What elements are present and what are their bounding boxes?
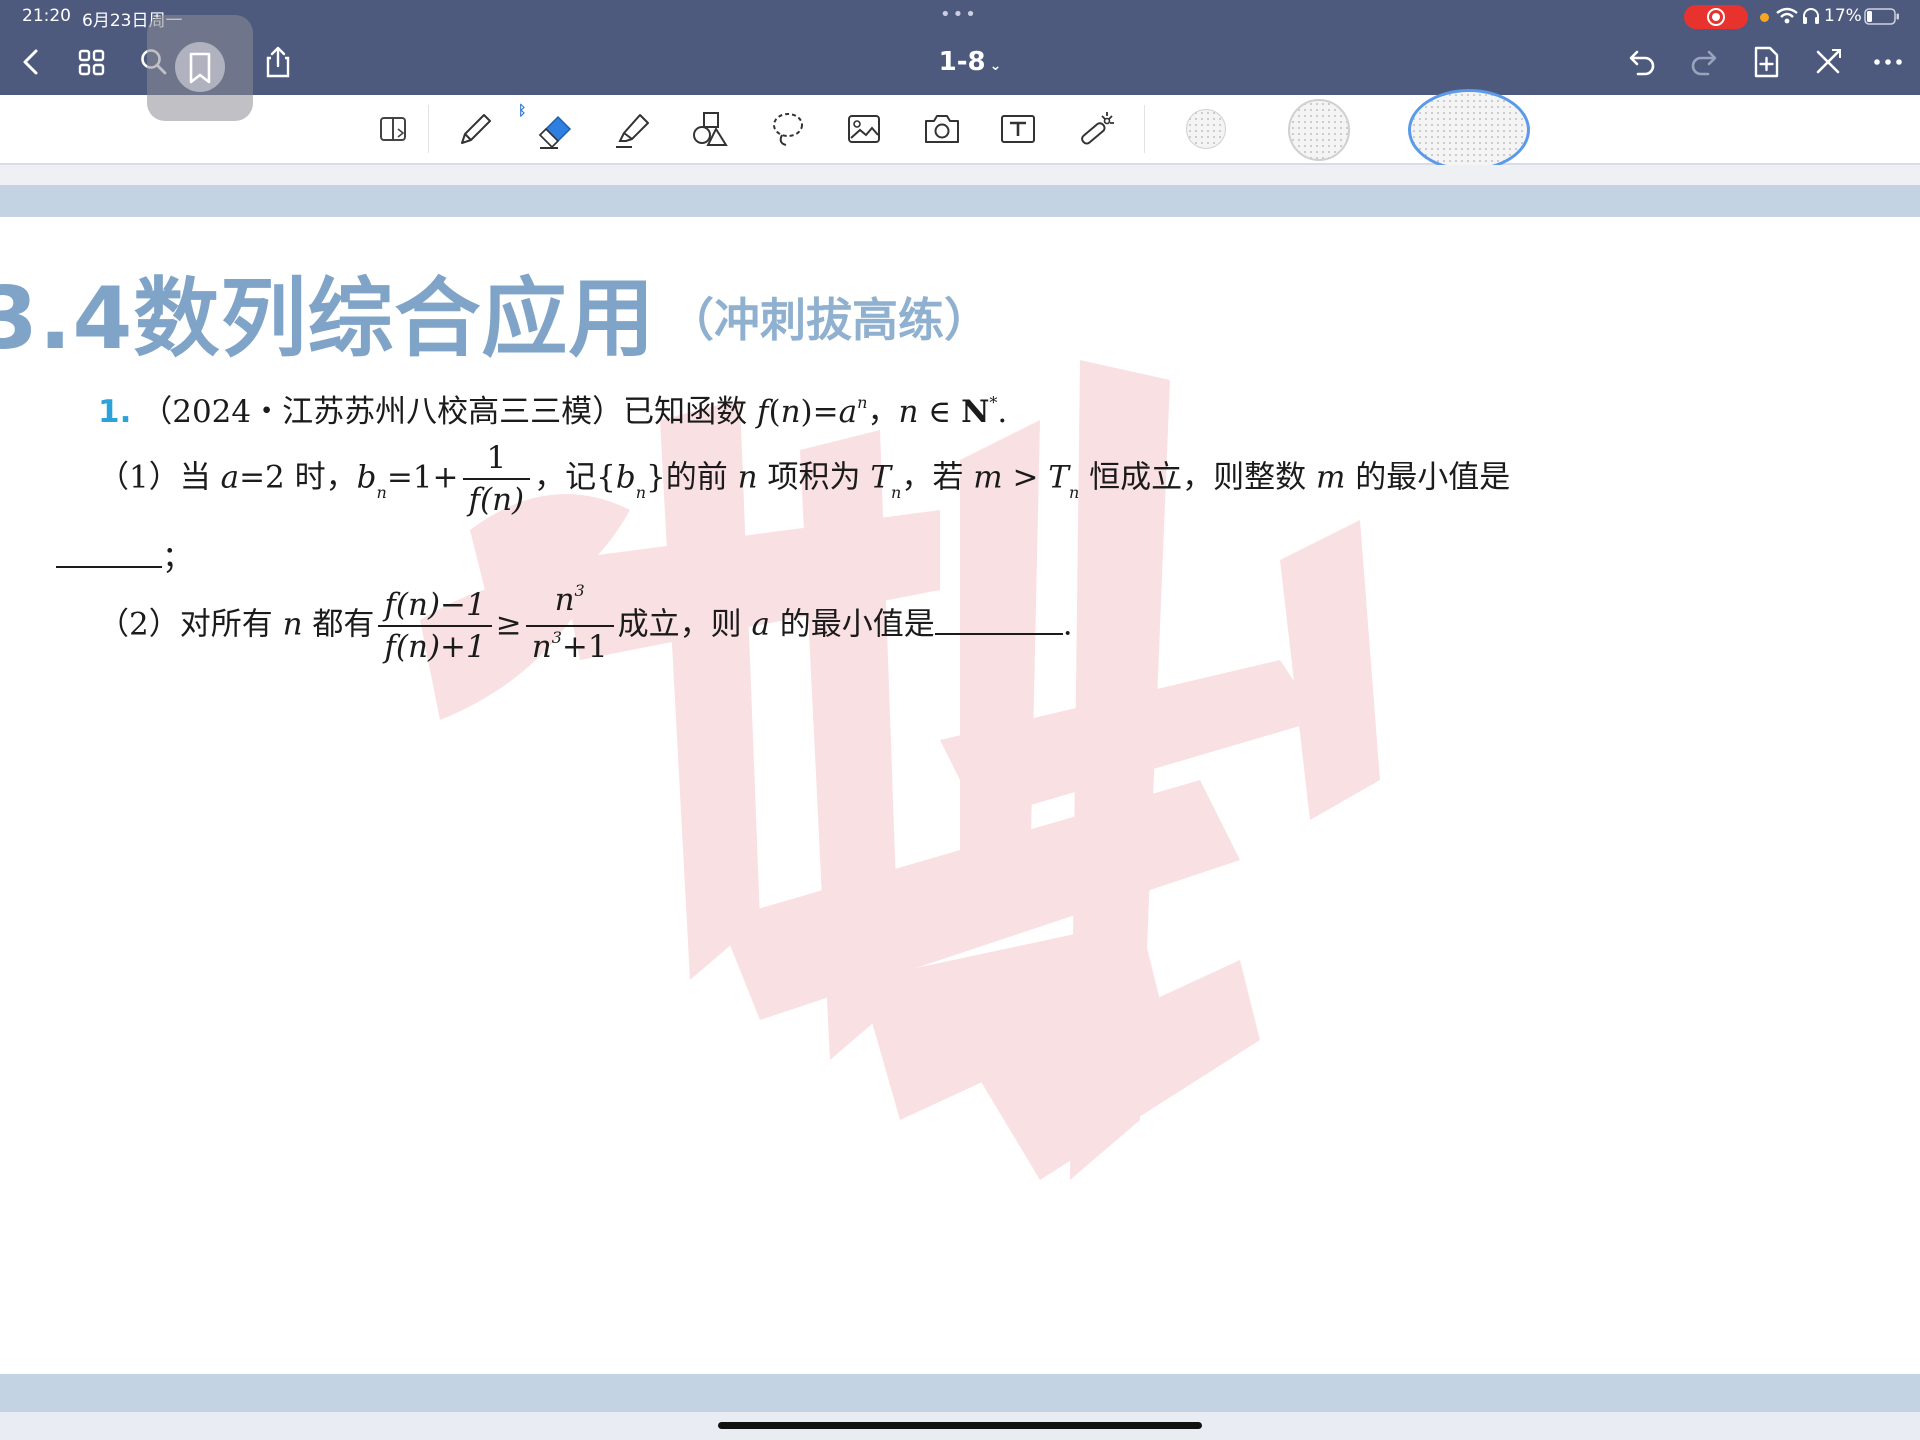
wifi-icon — [1776, 7, 1798, 24]
read-mode-icon[interactable] — [372, 107, 416, 151]
fraction-fn-minus-over-plus: f(n)−1 f(n)+1 — [378, 585, 492, 667]
problem-number: 1. — [98, 394, 132, 430]
page-footer-band — [0, 1374, 1920, 1412]
home-indicator[interactable] — [718, 1422, 1202, 1429]
stroke-size-small[interactable] — [1186, 109, 1226, 149]
drawing-toolbar: ᛒ — [0, 89, 1920, 171]
page-top-gap — [0, 165, 1920, 185]
pen-icon[interactable] — [452, 107, 496, 151]
fraction-n-cubed: n3 n3+1 — [525, 580, 614, 672]
image-icon[interactable] — [842, 107, 886, 151]
back-icon[interactable] — [14, 44, 50, 80]
document-title: 1-8 — [938, 47, 986, 77]
part-1: （1）当 a=2 时，bn=1+ 1 f(n) ，记{bn}的前 n 项积为 Tn，若… — [98, 438, 1511, 520]
bookmark-icon — [189, 52, 211, 84]
part-2: （2）对所有 n 都有 f(n)−1 f(n)+1 ≥ n3 n3+1 成立，则 a 的最小… — [98, 580, 1073, 672]
lasso-icon[interactable] — [766, 107, 810, 151]
camera-icon[interactable] — [920, 107, 964, 151]
part-2-label: （2） — [98, 606, 180, 643]
text-icon[interactable] — [996, 107, 1040, 151]
answer-blank-2[interactable] — [934, 607, 1063, 635]
problem-statement: 1. （2024・江苏苏州八校高三三模）已知函数 f(n)=an，n ∈ N*. — [98, 393, 1008, 430]
document-title-dropdown[interactable]: 1-8 ⌄ — [930, 47, 1010, 77]
redo-icon[interactable] — [1686, 44, 1722, 80]
more-icon[interactable] — [1870, 44, 1906, 80]
share-icon[interactable] — [260, 44, 296, 80]
top-navigation-bar: 21:20 6月23日周一 ••• 17% 1-8 ⌄ — [0, 0, 1920, 121]
multitasking-dots-icon[interactable]: ••• — [940, 4, 978, 25]
section-title: 3.4数列综合应用 — [0, 269, 656, 369]
answer-blank-1[interactable] — [56, 540, 162, 568]
shapes-icon[interactable] — [688, 107, 732, 151]
page-header-band — [0, 185, 1920, 217]
battery-percentage: 17% — [1824, 6, 1862, 26]
undo-icon[interactable] — [1624, 44, 1660, 80]
battery-icon — [1864, 8, 1899, 25]
stroke-size-large-selected[interactable] — [1408, 89, 1530, 171]
grid-icon[interactable] — [74, 44, 110, 80]
highlighter-icon[interactable] — [610, 107, 654, 151]
chevron-down-icon: ⌄ — [989, 58, 1002, 74]
laser-pointer-icon[interactable] — [1074, 107, 1118, 151]
microphone-indicator — [1760, 13, 1769, 22]
close-icon[interactable] — [1810, 44, 1846, 80]
bookmark-button[interactable] — [147, 15, 253, 121]
eraser-icon[interactable] — [532, 107, 576, 151]
add-page-icon[interactable] — [1748, 44, 1784, 80]
part-1-answer-line: ； — [56, 532, 193, 577]
fraction-1-over-fn: 1 f(n) — [462, 438, 531, 520]
section-subtitle: （冲刺拔高练） — [668, 293, 990, 347]
problem-source: （2024・江苏苏州八校高三三模）已知函数 — [141, 394, 748, 430]
screen-recording-indicator[interactable] — [1684, 5, 1748, 29]
part-1-label: （1） — [98, 459, 180, 496]
bluetooth-icon: ᛒ — [518, 103, 527, 119]
headphones-icon — [1803, 8, 1819, 24]
stroke-size-medium[interactable] — [1288, 99, 1350, 161]
status-time: 21:20 — [22, 6, 71, 26]
